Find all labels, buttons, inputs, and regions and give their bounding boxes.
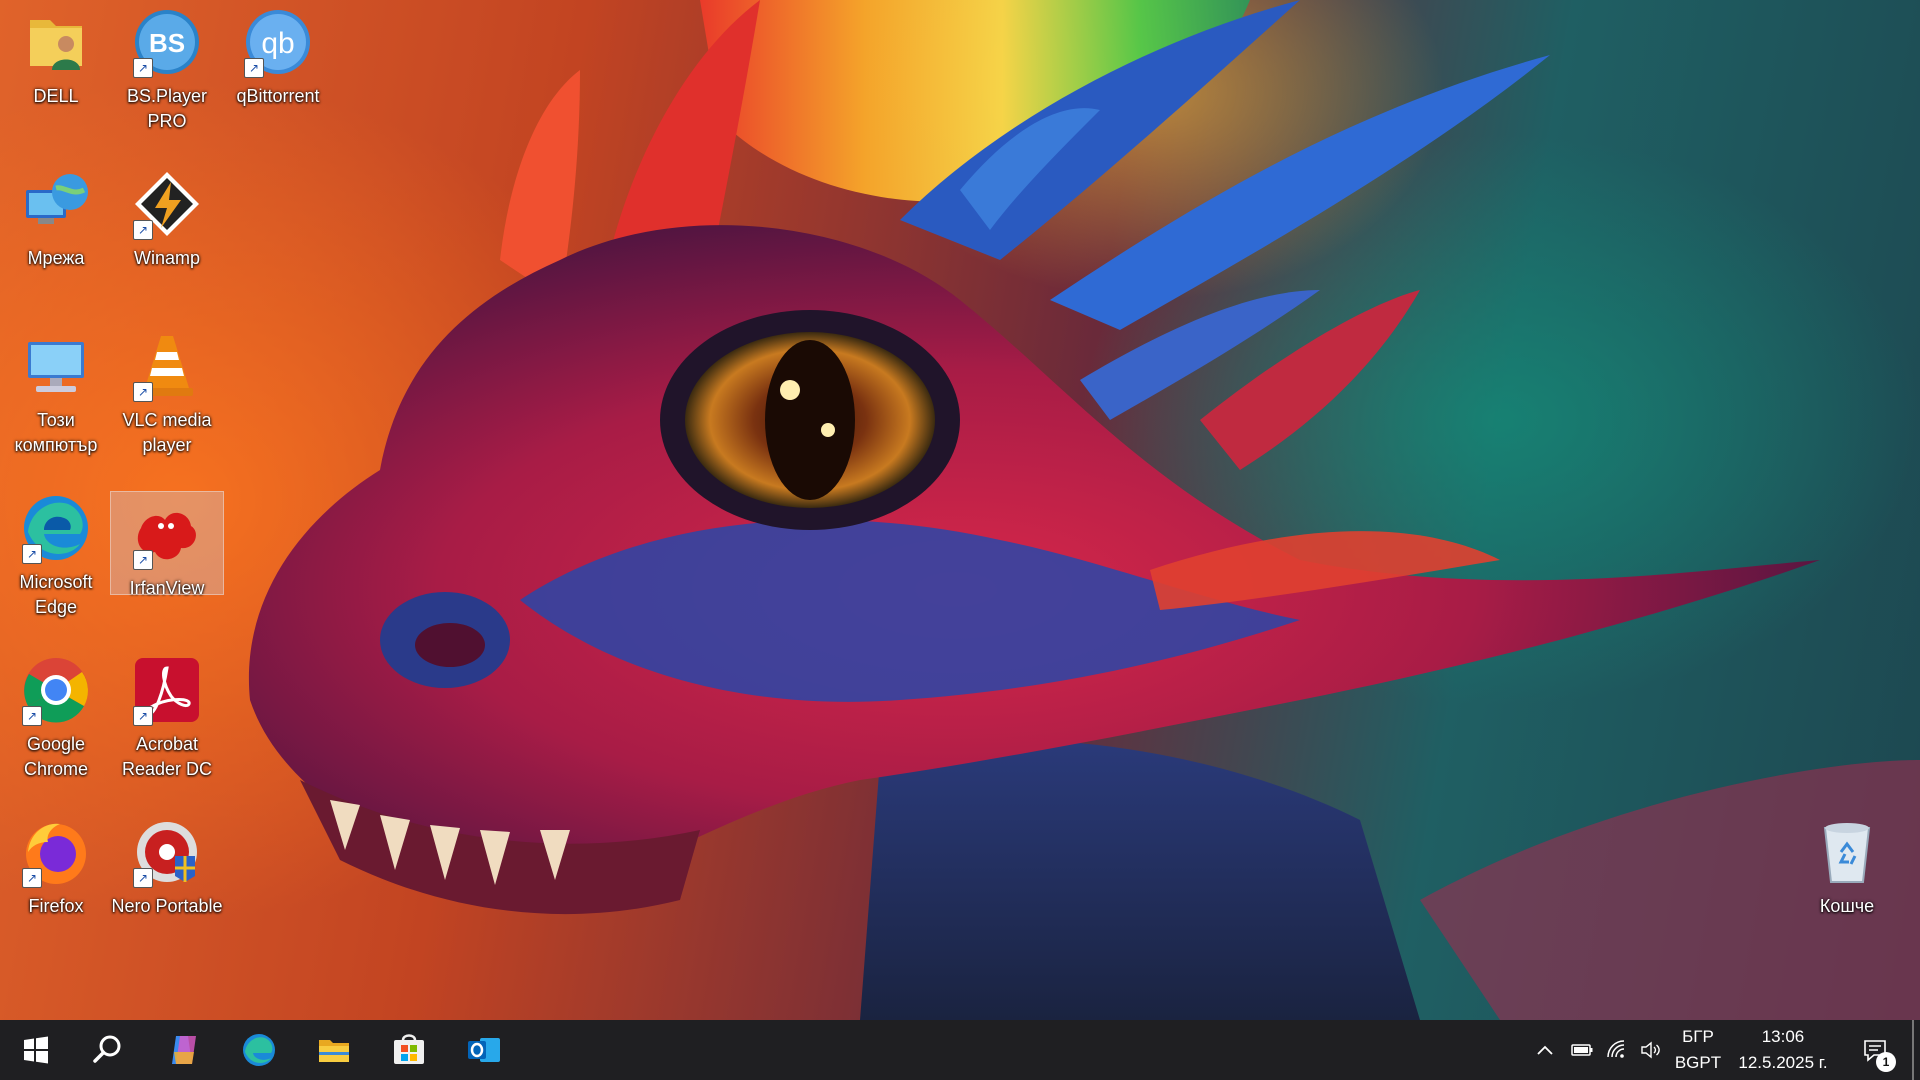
start-button[interactable] <box>0 1020 72 1080</box>
desktop-icon-label: IrfanView <box>129 578 205 598</box>
shortcut-arrow-icon: ↗ <box>133 868 153 888</box>
desktop-wallpaper[interactable]: DELL BS ↗ BS.Player PRO qb ↗ qBittorrent <box>0 0 1920 1020</box>
desktop-icon-dell[interactable]: DELL <box>0 0 112 130</box>
desktop-icon-label: VLC media player <box>122 410 212 455</box>
network-icon <box>26 174 88 224</box>
desktop-icon-label: Acrobat Reader DC <box>121 734 213 779</box>
tray-battery[interactable] <box>1566 1020 1598 1080</box>
taskbar-edge[interactable] <box>223 1020 295 1080</box>
desktop-icon-label: Firefox <box>28 896 84 916</box>
desktop-icon-winamp[interactable]: ↗ Winamp <box>111 162 223 292</box>
shortcut-arrow-icon: ↗ <box>244 58 264 78</box>
shortcut-arrow-icon: ↗ <box>22 544 42 564</box>
desktop-icon-vlc[interactable]: ↗ VLC media player <box>111 324 223 455</box>
start-icon <box>24 1036 48 1064</box>
clock-date: 12.5.2025 г. <box>1738 1053 1828 1072</box>
svg-text:qb: qb <box>261 27 294 60</box>
desktop-icon-label: Кошче <box>1819 896 1875 916</box>
desktop-icon-acrobat[interactable]: ↗ Acrobat Reader DC <box>111 648 223 779</box>
shortcut-arrow-icon: ↗ <box>133 58 153 78</box>
this-pc-icon <box>28 342 84 392</box>
tray-wifi[interactable] <box>1602 1020 1632 1080</box>
taskbar-outlook[interactable] <box>448 1020 520 1080</box>
taskbar: БГР BGPT 13:06 12.5.2025 г. 1 <box>0 1020 1920 1080</box>
shortcut-arrow-icon: ↗ <box>133 550 153 570</box>
volume-icon <box>1641 1041 1660 1059</box>
user-folder-icon <box>30 20 82 70</box>
notification-center-button[interactable]: 1 <box>1850 1020 1900 1080</box>
microsoft-store-icon <box>394 1034 424 1064</box>
dragon-wallpaper-art <box>248 0 1920 1020</box>
notification-badge: 1 <box>1876 1052 1896 1072</box>
input-language-indicator[interactable]: БГР BGPT <box>1662 1020 1734 1080</box>
tray-overflow-button[interactable] <box>1530 1020 1560 1080</box>
desktop-icon-edge[interactable]: ↗ Microsoft Edge <box>0 486 112 617</box>
file-explorer-icon <box>319 1040 349 1062</box>
desktop-icon-bsplayer[interactable]: BS ↗ BS.Player PRO <box>111 0 223 131</box>
taskbar-file-explorer[interactable] <box>298 1020 370 1080</box>
desktop-icon-nero[interactable]: ↗ Nero Portable <box>111 810 223 940</box>
desktop-icon-this-pc[interactable]: Този компютър <box>0 324 112 455</box>
copilot-icon <box>172 1036 196 1064</box>
clock[interactable]: 13:06 12.5.2025 г. <box>1728 1020 1838 1080</box>
show-desktop-button[interactable] <box>1912 1020 1914 1080</box>
desktop-icon-label: Microsoft Edge <box>19 572 93 617</box>
desktop-icon-irfanview[interactable]: ↗ IrfanView <box>110 491 224 598</box>
shortcut-arrow-icon: ↗ <box>22 868 42 888</box>
desktop-icon-label: Google Chrome <box>23 734 89 779</box>
desktop-icon-label: qBittorrent <box>236 86 320 106</box>
shortcut-arrow-icon: ↗ <box>133 382 153 402</box>
desktop-icon-label: Този компютър <box>14 410 98 455</box>
desktop-icon-recycle-bin[interactable]: Кошче <box>1791 810 1903 940</box>
shortcut-arrow-icon: ↗ <box>133 220 153 240</box>
desktop-icon-label: Winamp <box>133 248 200 268</box>
battery-icon <box>1571 1044 1593 1056</box>
language-code: БГР <box>1682 1027 1714 1046</box>
search-icon <box>93 1035 121 1063</box>
search-button[interactable] <box>72 1020 144 1080</box>
desktop-icon-chrome[interactable]: ↗ Google Chrome <box>0 648 112 779</box>
recycle-bin-icon <box>1823 823 1871 883</box>
shortcut-arrow-icon: ↗ <box>133 706 153 726</box>
chevron-up-icon <box>1537 1045 1553 1055</box>
desktop-icon-label: Nero Portable <box>111 896 223 916</box>
desktop-icon-qbittorrent[interactable]: qb ↗ qBittorrent <box>222 0 334 130</box>
edge-icon <box>243 1034 275 1066</box>
shortcut-arrow-icon: ↗ <box>22 706 42 726</box>
wifi-icon <box>1607 1040 1625 1058</box>
outlook-icon <box>468 1038 500 1062</box>
desktop-icon-network[interactable]: Мрежа <box>0 162 112 292</box>
desktop-icon-label: DELL <box>33 86 79 106</box>
keyboard-layout: BGPT <box>1674 1053 1722 1072</box>
desktop-icon-firefox[interactable]: ↗ Firefox <box>0 810 112 940</box>
desktop-icon-label: Мрежа <box>27 248 85 268</box>
taskbar-microsoft-store[interactable] <box>373 1020 445 1080</box>
svg-text:BS: BS <box>149 28 185 58</box>
taskbar-copilot[interactable] <box>148 1020 220 1080</box>
desktop-icon-label: BS.Player PRO <box>126 86 208 131</box>
clock-time: 13:06 <box>1761 1027 1805 1046</box>
